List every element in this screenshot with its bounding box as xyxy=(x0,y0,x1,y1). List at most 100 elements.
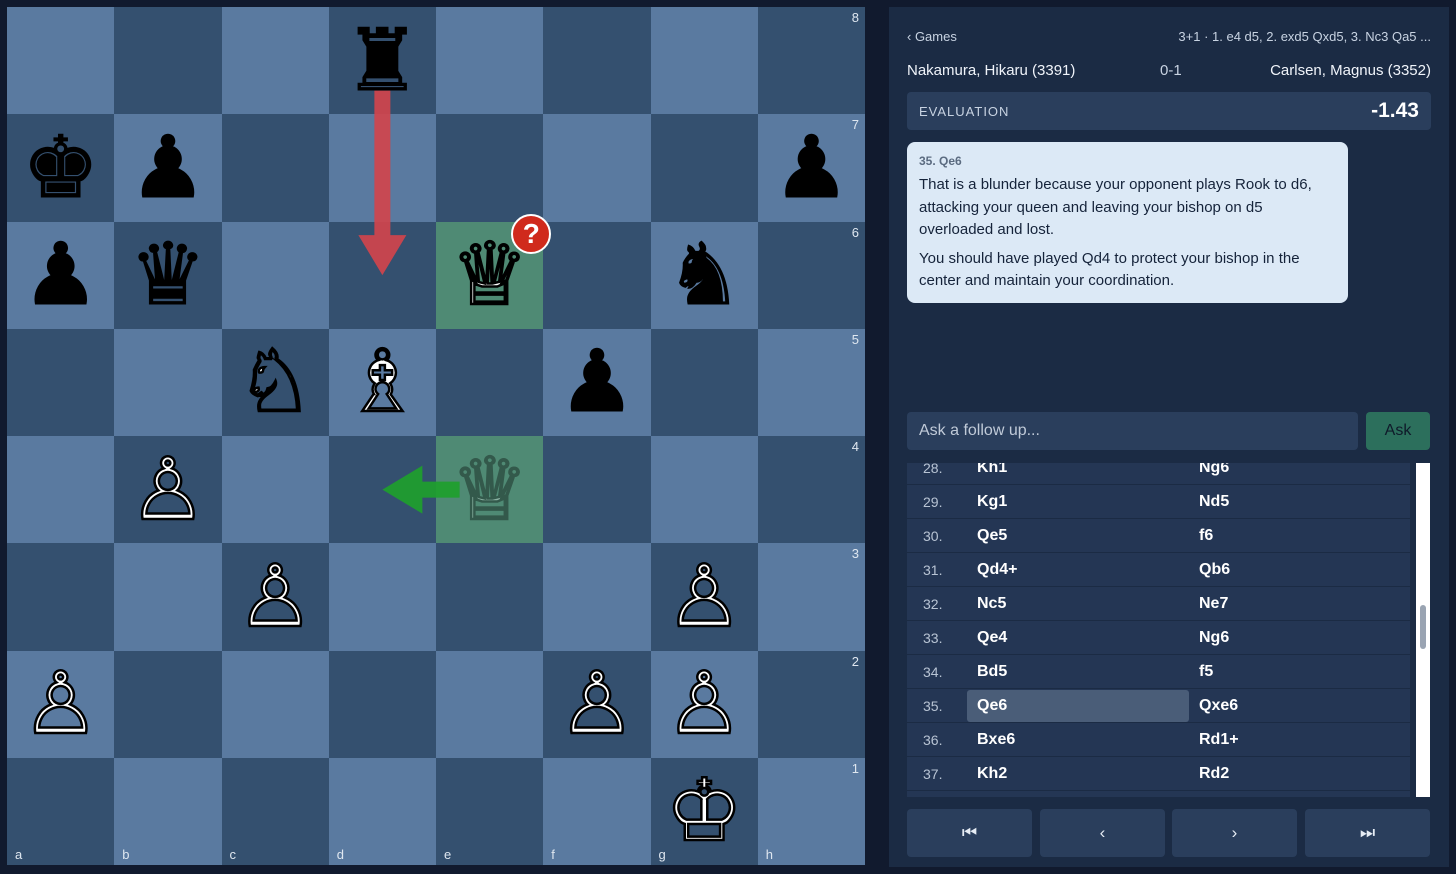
black-move[interactable]: f5 xyxy=(1189,655,1410,689)
square-c5[interactable]: ♘ xyxy=(221,328,329,436)
square-g8[interactable] xyxy=(650,7,758,115)
square-f4[interactable] xyxy=(543,436,651,544)
square-a3[interactable] xyxy=(7,543,115,651)
black-pawn-icon[interactable]: ♟ xyxy=(558,339,636,426)
black-move[interactable]: f6 xyxy=(1189,519,1410,553)
square-h2[interactable]: 2 xyxy=(757,650,865,758)
square-c4[interactable] xyxy=(221,436,329,544)
first-move-button[interactable]: ⏮ xyxy=(907,809,1032,857)
black-move[interactable]: Ne7 xyxy=(1189,587,1410,621)
black-move[interactable]: Ng6 xyxy=(1189,621,1410,655)
black-move[interactable]: Ng6 xyxy=(1189,463,1410,485)
white-king-icon[interactable]: ♔ xyxy=(664,767,744,856)
square-e5[interactable] xyxy=(436,328,544,436)
white-pawn-icon[interactable]: ♙ xyxy=(664,660,744,749)
white-pawn-icon[interactable]: ♙ xyxy=(21,660,101,749)
move-list[interactable]: 28. Kh1 Ng6 29. Kg1 Nd5 30. Qe5 f6 31. Qd4+ Qb6 32. N… xyxy=(907,463,1430,797)
square-f3[interactable] xyxy=(543,543,651,651)
square-h4[interactable]: 4 xyxy=(757,436,865,544)
square-c7[interactable] xyxy=(221,114,329,222)
square-a8[interactable] xyxy=(7,7,115,115)
square-e1[interactable]: e xyxy=(436,757,544,865)
white-pawn-icon[interactable]: ♙ xyxy=(557,660,637,749)
square-e2[interactable] xyxy=(436,650,544,758)
square-d2[interactable] xyxy=(328,650,436,758)
white-move[interactable]: Bxe6 xyxy=(967,723,1189,757)
square-b6[interactable]: ♛ xyxy=(114,221,222,329)
square-f5[interactable]: ♟ xyxy=(543,328,651,436)
black-queen-icon[interactable]: ♛ xyxy=(129,232,207,319)
black-pawn-icon[interactable]: ♟ xyxy=(22,232,100,319)
square-a5[interactable] xyxy=(7,328,115,436)
square-a4[interactable] xyxy=(7,436,115,544)
square-b7[interactable]: ♟ xyxy=(114,114,222,222)
white-move[interactable]: Qe4 xyxy=(967,621,1189,655)
white-move[interactable]: f3 xyxy=(967,791,1189,798)
black-move[interactable]: Ne7 xyxy=(1189,791,1410,798)
square-g2[interactable]: ♙ xyxy=(650,650,758,758)
square-h6[interactable]: 6 xyxy=(757,221,865,329)
follow-up-input[interactable] xyxy=(907,412,1358,450)
square-d1[interactable]: d xyxy=(328,757,436,865)
square-d6[interactable] xyxy=(328,221,436,329)
square-c6[interactable] xyxy=(221,221,329,329)
white-pawn-icon[interactable]: ♙ xyxy=(235,553,315,642)
white-move[interactable]: Bd5 xyxy=(967,655,1189,689)
white-knight-icon[interactable]: ♘ xyxy=(235,338,315,427)
square-e3[interactable] xyxy=(436,543,544,651)
square-h1[interactable]: 1h xyxy=(757,757,865,865)
black-move[interactable]: Qb6 xyxy=(1189,553,1410,587)
black-pawn-icon[interactable]: ♟ xyxy=(129,124,207,211)
square-g5[interactable] xyxy=(650,328,758,436)
square-g6[interactable]: ♞ xyxy=(650,221,758,329)
square-d8[interactable]: ♜ xyxy=(328,7,436,115)
black-rook-icon[interactable]: ♜ xyxy=(343,17,421,104)
square-b2[interactable] xyxy=(114,650,222,758)
white-move[interactable]: Qe5 xyxy=(967,519,1189,553)
square-f2[interactable]: ♙ xyxy=(543,650,651,758)
white-move[interactable]: Kh2 xyxy=(967,757,1189,791)
square-g1[interactable]: ♔ g xyxy=(650,757,758,865)
previous-move-button[interactable]: ‹ xyxy=(1040,809,1165,857)
square-a1[interactable]: a xyxy=(7,757,115,865)
square-f6[interactable] xyxy=(543,221,651,329)
square-e6[interactable]: ♕? xyxy=(436,213,552,329)
square-a6[interactable]: ♟ xyxy=(7,221,115,329)
scrollbar-thumb[interactable] xyxy=(1420,605,1426,649)
black-knight-icon[interactable]: ♞ xyxy=(665,232,743,319)
black-move[interactable]: Nd5 xyxy=(1189,485,1410,519)
square-g3[interactable]: ♙ xyxy=(650,543,758,651)
square-c3[interactable]: ♙ xyxy=(221,543,329,651)
square-g7[interactable] xyxy=(650,114,758,222)
square-a2[interactable]: ♙ xyxy=(7,650,115,758)
square-f8[interactable] xyxy=(543,7,651,115)
square-c2[interactable] xyxy=(221,650,329,758)
black-king-icon[interactable]: ♚ xyxy=(22,124,100,211)
back-to-games-link[interactable]: ‹ Games xyxy=(907,29,957,44)
white-move[interactable]: Nc5 xyxy=(967,587,1189,621)
square-f1[interactable]: f xyxy=(543,757,651,865)
square-h7[interactable]: ♟ 7 xyxy=(757,114,865,222)
square-c1[interactable]: c xyxy=(221,757,329,865)
square-e8[interactable] xyxy=(436,7,544,115)
square-d5[interactable]: ♗ xyxy=(328,328,436,436)
black-move[interactable]: Rd2 xyxy=(1189,757,1410,791)
white-pawn-icon[interactable]: ♙ xyxy=(128,445,208,534)
square-h5[interactable]: 5 xyxy=(757,328,865,436)
white-bishop-icon[interactable]: ♗ xyxy=(343,338,423,427)
square-h8[interactable]: 8 xyxy=(757,7,865,115)
square-d4[interactable] xyxy=(328,436,436,544)
square-d3[interactable] xyxy=(328,543,436,651)
square-b8[interactable] xyxy=(114,7,222,115)
next-move-button[interactable]: › xyxy=(1172,809,1297,857)
move-list-scrollbar[interactable] xyxy=(1416,463,1430,797)
black-move[interactable]: Qxe6 xyxy=(1189,689,1410,723)
last-move-button[interactable]: ⏭ xyxy=(1305,809,1430,857)
square-a7[interactable]: ♚ xyxy=(7,114,115,222)
square-b1[interactable]: b xyxy=(114,757,222,865)
white-move[interactable]: Qe6 xyxy=(967,689,1189,722)
square-b3[interactable] xyxy=(114,543,222,651)
white-move[interactable]: Qd4+ xyxy=(967,553,1189,587)
square-g4[interactable] xyxy=(650,436,758,544)
chess-board[interactable]: ♜ 8 ♚ ♟ ♟ 7 ♟ ♛ ♕? ♞ 6 ♘ ♗ ♟ 5 ♙ ♕ 4 ♙ ♙ 3 ♙ ♙ ♙ 2 a b c d e f ♔ g 1 h xyxy=(7,7,865,865)
